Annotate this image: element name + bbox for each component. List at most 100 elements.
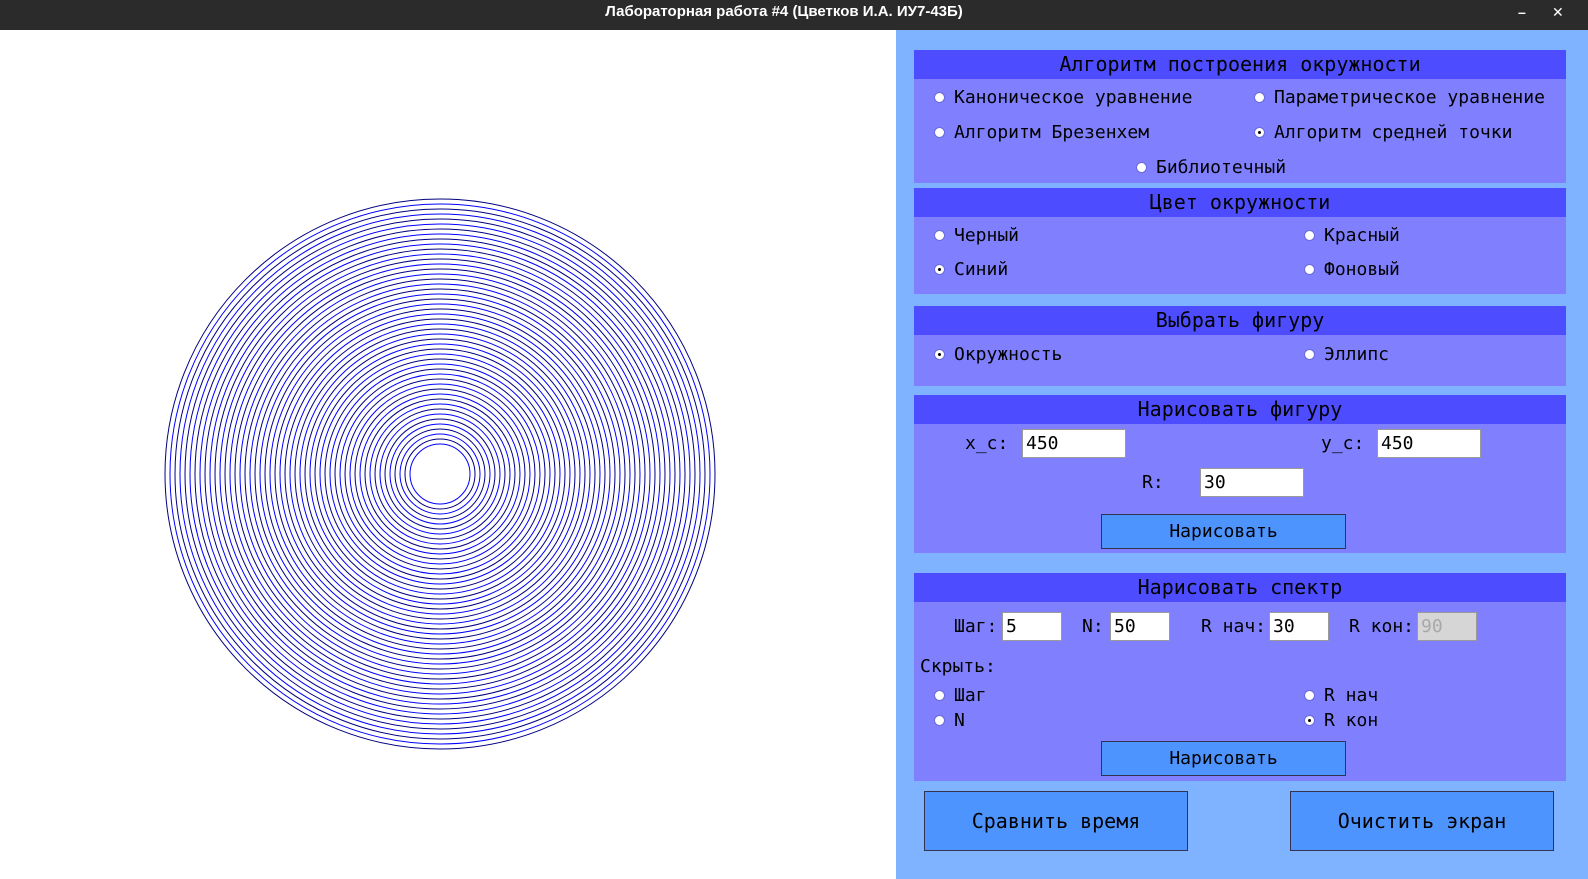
- draw-spectrum-button[interactable]: Нарисовать: [1101, 741, 1346, 776]
- radio-black[interactable]: Черный: [934, 225, 1019, 246]
- radio-icon: [934, 230, 945, 241]
- draw-figure-header: Нарисовать фигуру: [914, 395, 1566, 424]
- rend-input: [1417, 612, 1477, 641]
- spectrum-circle: [359, 393, 521, 555]
- spectrum-circle: [284, 318, 596, 630]
- rstart-input[interactable]: [1269, 612, 1329, 641]
- radio-icon: [934, 690, 945, 701]
- radius-label: R:: [1142, 472, 1164, 493]
- spectrum-circle: [349, 383, 531, 565]
- radio-hide-rstart[interactable]: R нач: [1304, 685, 1378, 706]
- close-icon[interactable]: ✕: [1552, 4, 1564, 21]
- radio-label: R нач: [1324, 685, 1379, 706]
- spectrum-circle: [244, 278, 636, 670]
- radio-label: Библиотечный: [1156, 157, 1287, 178]
- radio-label: Красный: [1324, 225, 1400, 246]
- spectrum-circle: [214, 248, 666, 700]
- spectrum-circle: [334, 368, 546, 580]
- algorithm-header: Алгоритм построения окружности: [914, 50, 1566, 79]
- radio-icon: [1304, 264, 1315, 275]
- spectrum-circle: [259, 293, 621, 655]
- radio-label: Эллипс: [1324, 344, 1390, 365]
- radio-label: Алгоритм Брезенхем: [954, 122, 1150, 143]
- spectrum-circle: [314, 348, 566, 600]
- spectrum-circle: [369, 403, 511, 545]
- spectrum-circle: [209, 243, 671, 705]
- spectrum-circle: [179, 213, 701, 735]
- radio-bresenham[interactable]: Алгоритм Брезенхем: [934, 122, 1149, 143]
- radio-label: R кон: [1324, 710, 1379, 731]
- radio-icon: [1254, 127, 1265, 138]
- spectrum-circle: [229, 263, 651, 685]
- radio-icon: [1304, 230, 1315, 241]
- radio-hide-n[interactable]: N: [934, 710, 965, 731]
- radio-label: Синий: [954, 259, 1009, 280]
- radio-hide-step[interactable]: Шаг: [934, 685, 987, 706]
- radius-input[interactable]: [1200, 468, 1304, 497]
- radio-icon: [934, 715, 945, 726]
- yc-input[interactable]: [1377, 429, 1481, 458]
- spectrum-circle: [219, 253, 661, 695]
- figure-frame: Выбрать фигуру Окружность Эллипс: [914, 306, 1566, 386]
- minimize-icon[interactable]: –: [1518, 4, 1526, 20]
- radio-icon: [1254, 92, 1265, 103]
- draw-figure-frame: Нарисовать фигуру x_c: y_c: R: Нарисоват…: [914, 395, 1566, 553]
- circle-spectrum: [164, 198, 716, 750]
- radio-icon: [934, 127, 945, 138]
- window-title: Лабораторная работа #4 (Цветков И.А. ИУ7…: [605, 3, 963, 20]
- radio-icon: [934, 92, 945, 103]
- radio-red[interactable]: Красный: [1304, 225, 1400, 246]
- draw-spectrum-frame: Нарисовать спектр Шаг: N: R нач: R кон: …: [914, 573, 1566, 781]
- radio-label: Параметрическое уравнение: [1274, 87, 1545, 108]
- radio-label: N: [954, 710, 965, 731]
- step-input[interactable]: [1002, 612, 1062, 641]
- drawing-canvas[interactable]: [0, 30, 896, 879]
- radio-icon: [934, 264, 945, 275]
- hide-label: Скрыть:: [920, 656, 996, 677]
- spectrum-circle: [394, 428, 486, 520]
- radio-icon: [1304, 715, 1315, 726]
- radio-label: Черный: [954, 225, 1020, 246]
- spectrum-circle: [409, 443, 471, 505]
- spectrum-circle: [399, 433, 481, 515]
- radio-label: Шаг: [954, 685, 987, 706]
- title-bar: Лабораторная работа #4 (Цветков И.А. ИУ7…: [0, 0, 1588, 30]
- radio-midpoint[interactable]: Алгоритм средней точки: [1254, 122, 1512, 143]
- spectrum-circle: [199, 233, 681, 715]
- spectrum-circle: [379, 413, 501, 535]
- radio-ellipse[interactable]: Эллипс: [1304, 344, 1389, 365]
- radio-library[interactable]: Библиотечный: [1136, 157, 1286, 178]
- spectrum-circle: [269, 303, 611, 645]
- radio-background[interactable]: Фоновый: [1304, 259, 1400, 280]
- n-input[interactable]: [1110, 612, 1170, 641]
- radio-label: Окружность: [954, 344, 1063, 365]
- spectrum-circle: [169, 203, 711, 745]
- xc-input[interactable]: [1022, 429, 1126, 458]
- spectrum-circle: [264, 298, 616, 650]
- radio-hide-rend[interactable]: R кон: [1304, 710, 1378, 731]
- clear-screen-button[interactable]: Очистить экран: [1290, 791, 1554, 851]
- radio-icon: [1304, 690, 1315, 701]
- radio-blue[interactable]: Синий: [934, 259, 1008, 280]
- radio-parametric[interactable]: Параметрическое уравнение: [1254, 87, 1545, 108]
- draw-spectrum-header: Нарисовать спектр: [914, 573, 1566, 602]
- rstart-label: R нач:: [1201, 616, 1267, 637]
- spectrum-circle: [294, 328, 586, 620]
- spectrum-circle: [164, 198, 716, 750]
- control-panel: Алгоритм построения окружности Каноничес…: [896, 30, 1588, 879]
- figure-header: Выбрать фигуру: [914, 306, 1566, 335]
- algorithm-frame: Алгоритм построения окружности Каноничес…: [914, 50, 1566, 183]
- radio-icon: [1136, 162, 1147, 173]
- spectrum-circle: [404, 438, 476, 510]
- radio-circle[interactable]: Окружность: [934, 344, 1062, 365]
- radio-icon: [934, 349, 945, 360]
- radio-canonical[interactable]: Каноническое уравнение: [934, 87, 1192, 108]
- spectrum-circle: [299, 333, 581, 615]
- spectrum-circle: [184, 218, 696, 730]
- draw-figure-button[interactable]: Нарисовать: [1101, 514, 1346, 549]
- compare-time-button[interactable]: Сравнить время: [924, 791, 1188, 851]
- rend-label: R кон:: [1349, 616, 1415, 637]
- spectrum-circle: [309, 343, 571, 605]
- spectrum-circle: [194, 228, 686, 720]
- step-label: Шаг:: [954, 616, 998, 637]
